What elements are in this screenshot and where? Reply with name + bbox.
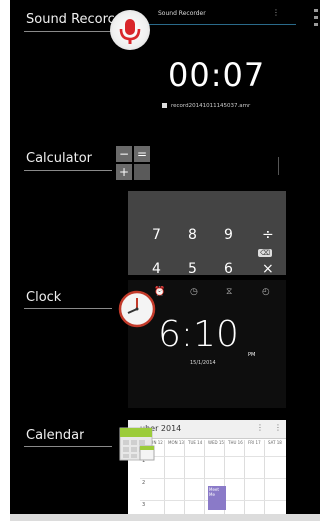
calendar-event: Meet Me — [208, 486, 226, 510]
recent-app-label-clock[interactable]: Clock — [26, 290, 61, 305]
overflow-menu-icon: ⋮ — [274, 423, 282, 432]
grid-line — [244, 440, 245, 514]
weekday-label: TUE 14 — [188, 440, 203, 445]
calc-key: 5 — [188, 261, 197, 275]
weekday-label: MON 13 — [168, 440, 184, 445]
timer-tab-icon: ⧖ — [226, 287, 233, 297]
recording-filename: record20141011145037.amr — [162, 103, 250, 109]
clock-tab-icon: ◷ — [190, 287, 198, 297]
delete-key: ⌫ — [258, 249, 272, 257]
hour-label: 2 — [142, 480, 146, 486]
recent-apps-screen: Sound Recorder ⋮ 00:07 record20141011145… — [10, 0, 320, 518]
calendar-weekdays: SUN 12 MON 13 TUE 14 WED 15 THU 16 FRI 1… — [148, 440, 286, 448]
calc-key: 9 — [224, 227, 233, 243]
overflow-menu-icon: ⋮ — [272, 8, 280, 17]
calc-key: 4 — [152, 261, 161, 275]
sound-recorder-thumbnail[interactable]: Sound Recorder ⋮ 00:07 record20141011145… — [128, 0, 314, 110]
file-icon — [162, 103, 167, 108]
weekday-label: SAT 18 — [268, 440, 282, 445]
calendar-icon[interactable] — [118, 424, 156, 464]
label-underline — [24, 170, 112, 171]
calc-key: ÷ — [262, 227, 274, 243]
calc-key: 6 — [224, 261, 233, 275]
grid-line — [164, 440, 165, 514]
grid-line — [204, 440, 205, 514]
sound-recorder-title: Sound Recorder — [158, 10, 206, 17]
display-cursor — [278, 157, 279, 175]
calendar-today-icon: ⋮ — [256, 423, 264, 432]
weekday-label: FRI 17 — [248, 440, 261, 445]
clock-ampm: PM — [248, 352, 256, 358]
clock-date: 15/1/2014 — [190, 360, 216, 366]
clock-icon[interactable] — [118, 290, 156, 328]
weekday-label: THU 16 — [228, 440, 243, 445]
calc-key: × — [262, 261, 274, 275]
screen-bottom-edge — [10, 514, 320, 521]
grid-line — [140, 456, 286, 457]
recent-app-label-sound-recorder[interactable]: Sound Recorc — [26, 12, 118, 27]
recording-timer: 00:07 — [168, 56, 266, 94]
recent-app-label-calendar[interactable]: Calendar — [26, 428, 84, 443]
grid-line — [184, 440, 185, 514]
weekday-label: WED 15 — [208, 440, 224, 445]
label-underline — [24, 446, 112, 447]
hour-label: 3 — [142, 502, 146, 508]
calc-key: 7 — [152, 227, 161, 243]
clock-time: 6:10 — [158, 314, 239, 355]
microphone-icon[interactable] — [110, 10, 150, 50]
sound-recorder-actionbar: Sound Recorder ⋮ — [128, 6, 296, 25]
calc-key: 8 — [188, 227, 197, 243]
stopwatch-tab-icon: ◴ — [262, 287, 270, 297]
calculator-keypad: ⌫ 7 8 9 ÷ 4 5 6 × — [128, 191, 286, 275]
label-underline — [24, 31, 112, 32]
grid-line — [140, 478, 286, 479]
recent-app-label-calculator[interactable]: Calculator — [26, 151, 92, 166]
grid-line — [264, 440, 265, 514]
calculator-icon[interactable]: − = + — [116, 146, 156, 188]
label-underline — [24, 308, 112, 309]
